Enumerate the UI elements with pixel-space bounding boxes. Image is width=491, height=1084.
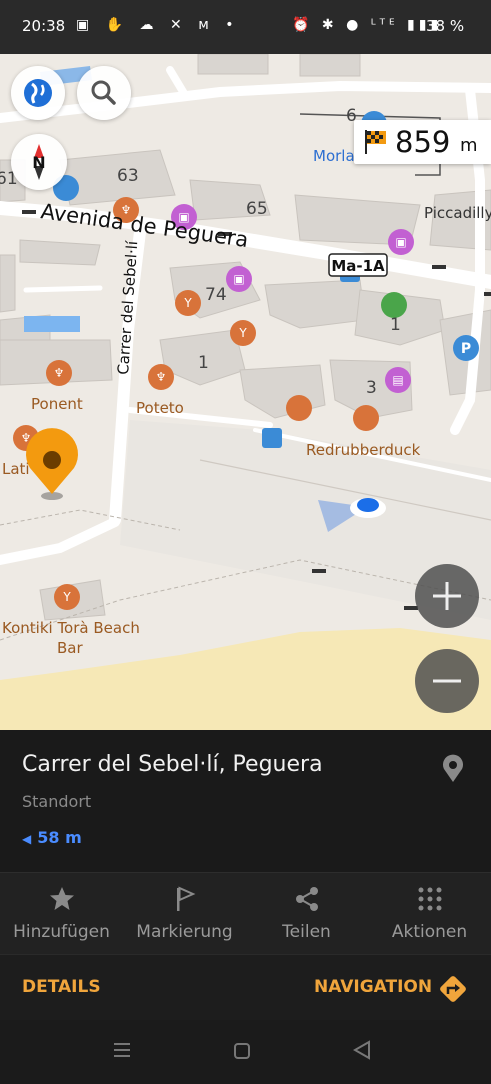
add-favorite-label: Hinzufügen bbox=[13, 922, 110, 942]
search-icon bbox=[91, 80, 116, 105]
more-actions-label: Aktionen bbox=[391, 922, 468, 942]
star-icon bbox=[50, 887, 74, 910]
svg-text:▣: ▣ bbox=[233, 272, 244, 286]
add-favorite-button[interactable]: Hinzufügen bbox=[0, 873, 123, 955]
svg-text:Y: Y bbox=[183, 296, 192, 310]
marker-button[interactable]: Markierung bbox=[123, 873, 246, 955]
more-actions-button[interactable]: Aktionen bbox=[368, 873, 491, 955]
svg-text:▣: ▣ bbox=[395, 235, 406, 249]
place-title: Carrer del Sebel·lí, Peguera bbox=[22, 752, 323, 777]
direction-arrow-icon: ◀ bbox=[22, 832, 32, 846]
map-label-kontiki-1: Kontiki Torà Beach bbox=[2, 619, 140, 637]
share-button[interactable]: Teilen bbox=[245, 873, 368, 955]
svg-text:N: N bbox=[32, 153, 45, 172]
clock: 20:38 bbox=[22, 17, 66, 35]
map-label-1b: 1 bbox=[390, 315, 401, 335]
plus-icon bbox=[433, 582, 461, 610]
svg-text:Y: Y bbox=[238, 326, 247, 340]
layers-button[interactable] bbox=[11, 66, 65, 120]
place-distance-value: 58 m bbox=[37, 828, 82, 847]
map-label-3: 3 bbox=[366, 378, 377, 398]
marker-label: Markierung bbox=[136, 922, 233, 942]
zoom-in-button[interactable] bbox=[415, 564, 479, 628]
distance-to-destination[interactable]: 859 m bbox=[354, 120, 491, 164]
distance-value: 859 bbox=[395, 125, 451, 159]
map-label-63: 63 bbox=[117, 166, 139, 186]
road-ref-label: Ma-1A bbox=[331, 257, 385, 275]
flag-icon bbox=[177, 886, 196, 911]
back-icon[interactable] bbox=[352, 1040, 370, 1060]
svg-text:▤: ▤ bbox=[392, 373, 403, 387]
share-icon bbox=[296, 887, 318, 911]
bottom-button-bar: DETAILS NAVIGATION bbox=[0, 954, 491, 1021]
status-bar: 20:38 ▣ ✋ ☁ ✕ ᴍ • ⏰ ✱ ● ᴸᵀᴱ ▮▮▮ 38 % bbox=[0, 0, 491, 54]
map-label-lati: Lati bbox=[2, 460, 30, 478]
compass-icon: N bbox=[32, 144, 46, 180]
compass-button[interactable]: N bbox=[11, 134, 67, 190]
grid-dots-icon bbox=[418, 887, 442, 911]
search-button[interactable] bbox=[77, 66, 131, 120]
directions-icon[interactable] bbox=[437, 973, 469, 1005]
map-label-1a: 1 bbox=[198, 353, 209, 373]
zoom-out-button[interactable] bbox=[415, 649, 479, 713]
svg-text:♆: ♆ bbox=[156, 370, 167, 384]
map-label-kontiki-2: Bar bbox=[57, 639, 83, 657]
location-info-panel[interactable]: Carrer del Sebel·lí, Peguera Standort ◀ 5… bbox=[0, 730, 491, 872]
notification-icons: ▣ ✋ ☁ ✕ ᴍ • bbox=[76, 17, 240, 33]
system-status-icons: ⏰ ✱ ● ᴸᵀᴱ ▮▮▮ bbox=[292, 17, 443, 33]
map-view[interactable]: ♆ ♆ ♆ ♆ Y Y Y P ▤ ▣ ▣ ▣ Avenida de Pegue… bbox=[0, 54, 491, 730]
system-navigation-bar bbox=[0, 1020, 491, 1080]
place-distance: ◀ 58 m bbox=[22, 828, 82, 847]
map-label-65: 65 bbox=[246, 199, 268, 219]
map-label-poteto: Poteto bbox=[136, 399, 184, 417]
map-label-piccadilly: Piccadilly bbox=[424, 204, 491, 222]
system-nav-buttons bbox=[114, 1040, 370, 1060]
share-label: Teilen bbox=[282, 922, 331, 942]
details-button[interactable]: DETAILS bbox=[22, 977, 101, 997]
map-label-ponent: Ponent bbox=[31, 395, 83, 413]
svg-text:P: P bbox=[461, 341, 471, 357]
navigation-button[interactable]: NAVIGATION bbox=[314, 977, 432, 997]
home-icon[interactable] bbox=[234, 1043, 250, 1059]
map-label-redrubberduck: Redrubberduck bbox=[306, 441, 421, 459]
distance-unit: m bbox=[460, 135, 478, 156]
checkered-flag-icon bbox=[365, 130, 386, 154]
recent-apps-icon[interactable] bbox=[114, 1043, 130, 1057]
minus-icon bbox=[433, 679, 461, 683]
battery-percentage: 38 % bbox=[426, 17, 465, 35]
svg-text:Y: Y bbox=[62, 590, 71, 604]
place-subtitle: Standort bbox=[22, 792, 92, 811]
map-label-74: 74 bbox=[205, 285, 227, 305]
action-bar: Hinzufügen Markierung Teilen Aktionen bbox=[0, 872, 491, 955]
globe-icon bbox=[24, 79, 52, 107]
svg-text:♆: ♆ bbox=[54, 366, 65, 380]
location-pin-icon[interactable] bbox=[440, 754, 466, 784]
